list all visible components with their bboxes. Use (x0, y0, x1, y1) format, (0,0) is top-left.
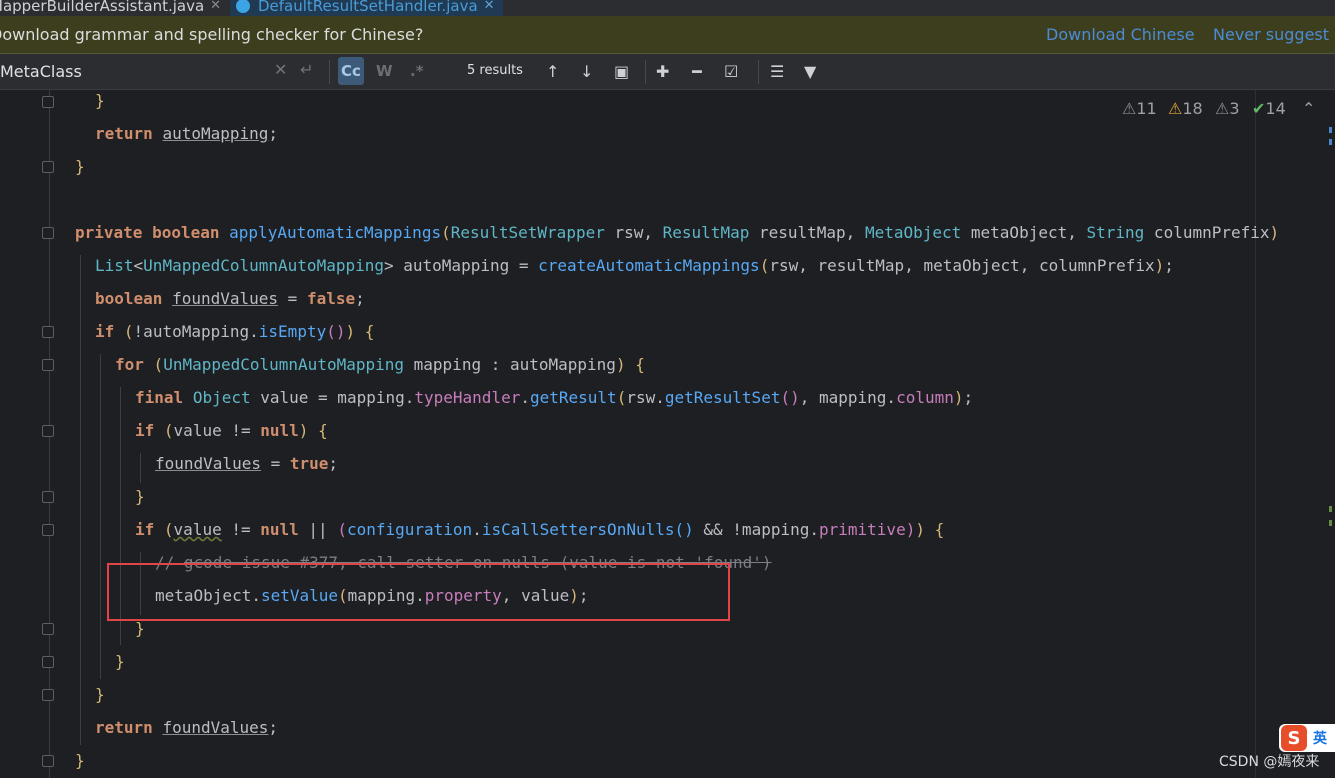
fold-icon[interactable] (42, 491, 54, 503)
search-in-selection-icon[interactable]: ☰ (770, 62, 784, 81)
words-toggle[interactable]: W (376, 62, 393, 80)
ime-mode: 英 (1313, 731, 1327, 747)
filter-icon[interactable]: ▼ (804, 62, 816, 81)
divider (645, 60, 646, 84)
tab-label: DefaultResultSetHandler.java (258, 0, 478, 15)
watermark: CSDN @嫣夜来 (1219, 754, 1320, 770)
previous-occurrence-icon[interactable]: ↑ (546, 62, 559, 81)
code-line[interactable]: private boolean applyAutomaticMappings(R… (75, 216, 1279, 249)
never-suggest-link[interactable]: Never suggest Chinese (1213, 25, 1335, 44)
divider (758, 60, 759, 84)
indent-guide (140, 453, 141, 483)
code-line[interactable]: final Object value = mapping.typeHandler… (135, 381, 973, 414)
notification-banner: Download grammar and spelling checker fo… (0, 16, 1335, 54)
code-line[interactable]: if (!autoMapping.isEmpty()) { (95, 315, 374, 348)
code-line[interactable]: return autoMapping; (95, 117, 278, 150)
java-class-icon (236, 0, 250, 13)
tab-default-result-set-handler[interactable]: DefaultResultSetHandler.java ✕ (230, 0, 503, 16)
ime-indicator[interactable]: S 英 (1279, 724, 1335, 752)
code-line[interactable]: } (75, 744, 85, 777)
chevron-up-icon[interactable]: ⌃ (1302, 99, 1315, 118)
fold-icon[interactable] (42, 425, 54, 437)
typos-count[interactable]: ✔14 (1252, 99, 1286, 118)
download-chinese-link[interactable]: Download Chinese (1046, 25, 1195, 44)
code-line[interactable]: List<UnMappedColumnAutoMapping> autoMapp… (95, 249, 1174, 282)
notification-message: Download grammar and spelling checker fo… (0, 25, 424, 44)
open-in-window-icon[interactable]: ▣ (614, 62, 629, 81)
fold-icon[interactable] (42, 623, 54, 635)
code-line[interactable]: } (75, 150, 85, 183)
divider (329, 60, 330, 84)
code-line[interactable]: foundValues = true; (155, 447, 338, 480)
highlight-box (107, 563, 730, 621)
errors-count[interactable]: ⚠11 (1122, 99, 1157, 118)
new-line-icon[interactable]: ↵ (300, 60, 313, 79)
next-occurrence-icon[interactable]: ↓ (580, 62, 593, 81)
fold-icon[interactable] (42, 227, 54, 239)
code-line[interactable]: boolean foundValues = false; (95, 282, 365, 315)
close-icon[interactable]: ✕ (484, 0, 495, 13)
code-line[interactable]: } (95, 84, 105, 117)
add-selection-icon[interactable]: ✚ (656, 62, 669, 81)
code-line[interactable]: } (95, 678, 105, 711)
code-line[interactable]: if (value != null || (configuration.isCa… (135, 513, 944, 546)
results-count: 5 results (467, 63, 523, 78)
regex-toggle[interactable]: .* (410, 62, 424, 80)
code-line[interactable]: return foundValues; (95, 711, 278, 744)
code-line[interactable]: } (135, 480, 145, 513)
search-input[interactable]: MetaClass (0, 62, 82, 81)
remove-selection-icon[interactable]: ━ (692, 62, 702, 81)
indent-guide (80, 255, 81, 745)
indent-guide (100, 354, 101, 679)
scroll-marker[interactable] (1329, 506, 1332, 512)
scroll-marker[interactable] (1329, 139, 1332, 145)
fold-icon[interactable] (42, 359, 54, 371)
select-all-occurrences-icon[interactable]: ☑ (724, 62, 738, 81)
fold-icon[interactable] (42, 96, 54, 108)
fold-icon[interactable] (42, 326, 54, 338)
fold-icon[interactable] (42, 755, 54, 767)
fold-icon[interactable] (42, 161, 54, 173)
code-line[interactable]: for (UnMappedColumnAutoMapping mapping :… (115, 348, 645, 381)
editor-tab-bar: MapperBuilderAssistant.java ✕ DefaultRes… (0, 0, 1335, 16)
match-case-toggle[interactable]: Cc (338, 57, 364, 85)
clear-search-icon[interactable]: ✕ (274, 60, 287, 79)
scroll-marker[interactable] (1329, 127, 1332, 133)
scroll-marker[interactable] (1329, 520, 1332, 526)
find-bar: MetaClass ✕ ↵ W .* 5 results ↑ ↓ ▣ ✚ ━ ☑… (0, 54, 1335, 90)
fold-icon[interactable] (42, 524, 54, 536)
tab-mapper-builder-assistant[interactable]: MapperBuilderAssistant.java ✕ (0, 0, 221, 16)
fold-icon[interactable] (42, 689, 54, 701)
right-margin-guide (1255, 90, 1256, 778)
fold-icon[interactable] (42, 656, 54, 668)
close-icon[interactable]: ✕ (210, 0, 221, 13)
code-line[interactable]: if (value != null) { (135, 414, 328, 447)
weak-warnings-count[interactable]: ⚠3 (1215, 99, 1240, 118)
warnings-count[interactable]: ⚠18 (1168, 99, 1203, 118)
code-line[interactable]: } (115, 645, 125, 678)
sogou-logo-icon: S (1281, 725, 1307, 751)
tab-label: MapperBuilderAssistant.java (0, 0, 205, 15)
